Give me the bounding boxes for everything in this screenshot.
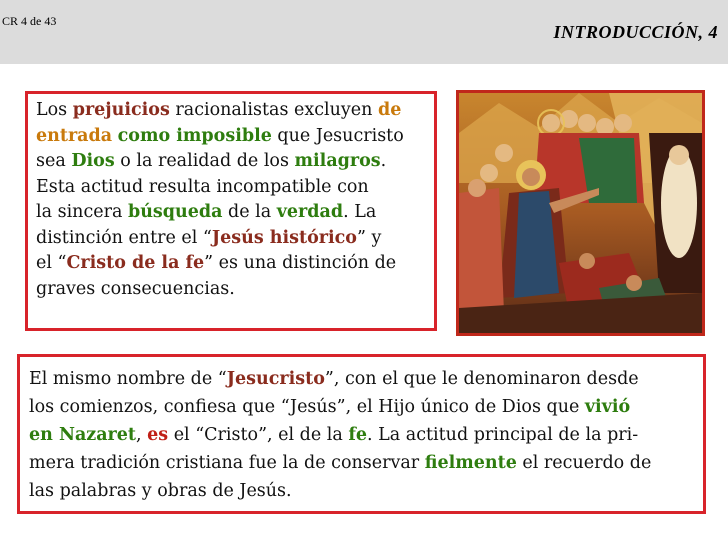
text-line: Los prejuicios racionalistas excluyen de (36, 98, 404, 124)
highlighted-word: verdad (276, 202, 344, 222)
text-segment: distinción entre el “ (36, 227, 212, 248)
text-segment: ” y (356, 227, 382, 248)
highlighted-word: búsqueda (127, 202, 223, 222)
text-line: los comienzos, confiesa que “Jesús”, el … (29, 393, 651, 421)
text-line: graves consecuencias. (36, 277, 404, 303)
text-segment: Esta actitud resulta incompatible con (36, 176, 369, 197)
text-line: El mismo nombre de “Jesucristo”, con el … (29, 365, 651, 393)
highlighted-word: en Nazaret (29, 425, 136, 445)
text-box-jesus-name: El mismo nombre de “Jesucristo”, con el … (17, 354, 706, 514)
highlighted-word: vivió (584, 397, 631, 417)
text-segment: . (380, 151, 387, 171)
text-segment: , (136, 425, 148, 445)
text-segment: los comienzos, confiesa que “Jesús”, el … (29, 397, 585, 417)
highlighted-word: milagros (294, 151, 381, 171)
text-box-prejudices: Los prejuicios racionalistas excluyen de… (25, 91, 437, 331)
text-segment: sea (36, 151, 72, 171)
text-segment: . La actitud principal de la pri- (367, 425, 639, 445)
slide-header: CR 4 de 43 INTRODUCCIÓN, 4 (0, 0, 728, 64)
icon-painting-illustration (459, 93, 702, 333)
text-box-jesus-name-body: El mismo nombre de “Jesucristo”, con el … (29, 365, 651, 505)
text-line: mera tradición cristiana fue la de conse… (29, 449, 651, 477)
text-line: sea Dios o la realidad de los milagros. (36, 149, 404, 175)
text-segment: ”, con el que le denominaron desde (324, 369, 639, 389)
highlighted-word: fielmente (424, 453, 517, 473)
slide-title: INTRODUCCIÓN, 4 (553, 22, 718, 42)
text-segment: El mismo nombre de “ (29, 369, 227, 389)
highlighted-word: de (377, 100, 402, 120)
highlighted-word: Dios (71, 151, 115, 171)
text-segment: de la (222, 202, 277, 222)
text-segment: . La (343, 202, 377, 222)
highlighted-word: prejuicios (72, 100, 170, 120)
text-line: Esta actitud resulta incompatible con (36, 175, 404, 201)
text-line: en Nazaret, es el “Cristo”, el de la fe.… (29, 421, 651, 449)
text-box-prejudices-body: Los prejuicios racionalistas excluyen de… (36, 98, 404, 302)
highlighted-word: fe (348, 425, 368, 445)
icon-resurrection-of-lazarus-image (456, 90, 705, 336)
highlighted-word: Jesús histórico (211, 227, 357, 248)
highlighted-word: es (147, 425, 169, 445)
text-line: el “Cristo de la fe” es una distinción d… (36, 251, 404, 277)
text-segment: las palabras y obras de Jesús. (29, 481, 292, 501)
text-segment: el “Cristo”, el de la (168, 425, 349, 445)
text-segment: que Jesucristo (271, 125, 404, 146)
text-line: distinción entre el “Jesús histórico” y (36, 226, 404, 252)
text-line: las palabras y obras de Jesús. (29, 477, 651, 505)
highlighted-word: entrada (36, 125, 113, 146)
slide-counter: CR 4 de 43 (2, 14, 57, 28)
text-segment: la sincera (36, 202, 128, 222)
highlighted-word: Cristo de la fe (66, 253, 205, 273)
highlighted-word: como imposible (117, 125, 272, 146)
text-segment: el recuerdo de (516, 453, 652, 473)
text-segment: el “ (36, 253, 67, 273)
text-segment: ” es una distinción de (204, 253, 397, 273)
text-segment: mera tradición cristiana fue la de conse… (29, 453, 425, 473)
text-segment: Los (36, 100, 73, 120)
text-segment: racionalistas excluyen (169, 100, 378, 120)
text-segment: o la realidad de los (114, 151, 295, 171)
highlighted-word: Jesucristo (226, 369, 325, 389)
text-line: entrada como imposible que Jesucristo (36, 124, 404, 150)
text-line: la sincera búsqueda de la verdad. La (36, 200, 404, 226)
text-segment: graves consecuencias. (36, 278, 235, 299)
